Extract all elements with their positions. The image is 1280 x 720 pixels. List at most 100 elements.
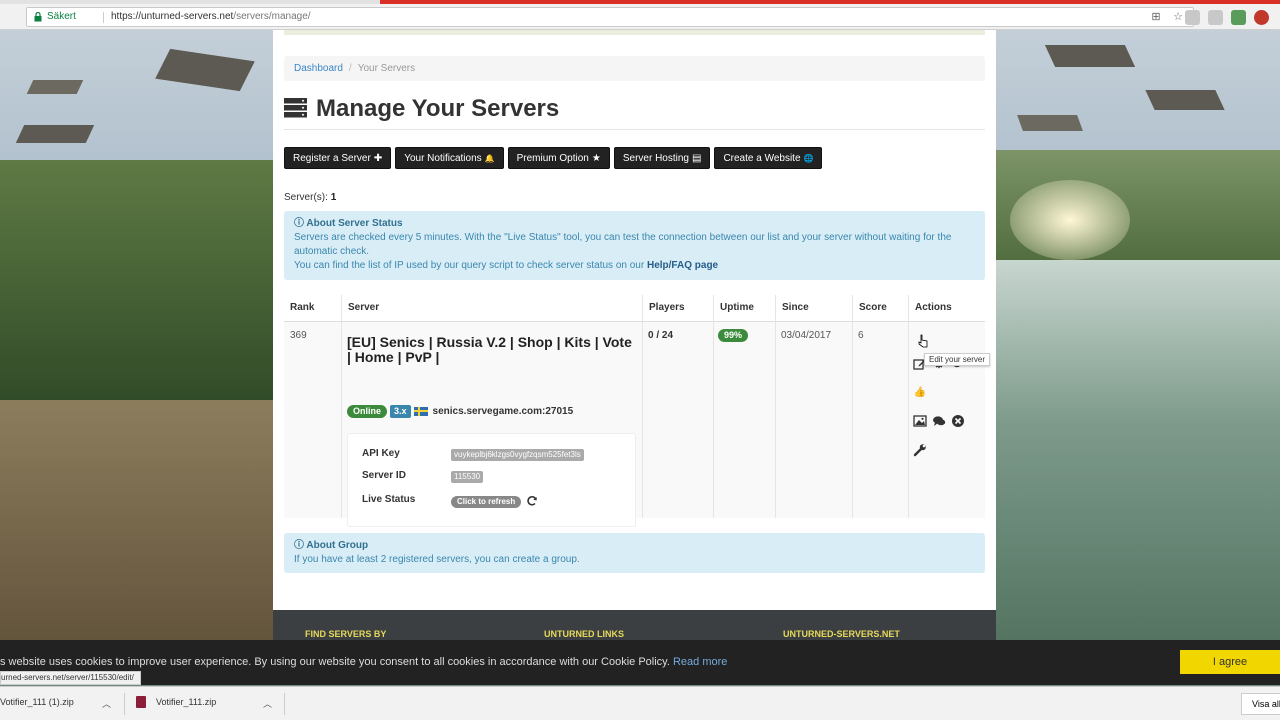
breadcrumb-divider: / — [348, 63, 352, 74]
column-divider — [341, 295, 342, 518]
register-server-label: Register a Server — [293, 153, 371, 164]
show-all-button[interactable]: Visa all — [1241, 693, 1280, 715]
col-score: Score — [852, 295, 908, 321]
col-uptime: Uptime — [713, 295, 775, 321]
mouse-cursor-icon — [918, 334, 928, 348]
extension-icons — [1185, 10, 1269, 25]
help-faq-link[interactable]: Help/FAQ page — [647, 260, 718, 271]
floating-block — [155, 48, 255, 92]
notifications-label: Your Notifications — [404, 153, 482, 164]
page-container: Dashboard / Your Servers Manage Your Serve… — [273, 30, 996, 610]
uptime-badge: 99% — [718, 329, 749, 342]
api-key-value[interactable]: vuykeplbj6klzgs0vygfzqsm525fet3ls — [451, 449, 584, 461]
col-players: Players — [642, 295, 713, 321]
group-info-text: If you have at least 2 registered server… — [294, 554, 580, 565]
column-divider — [642, 295, 643, 518]
download-item[interactable]: Votifier_111 (1).zip — [0, 697, 74, 707]
cookie-banner: s website uses cookies to improve user e… — [0, 640, 1280, 685]
server-hosting-label: Server Hosting — [622, 153, 689, 164]
site-footer: FIND SERVERS BY UNTURNED LINKS UNTURNED-… — [273, 610, 996, 640]
refresh-button[interactable]: Click to refresh — [451, 496, 522, 508]
breadcrumb-dashboard[interactable]: Dashboard — [294, 63, 343, 74]
url-field[interactable]: Säkert https://unturned-servers.net/serv… — [26, 7, 1194, 27]
col-server: Server — [341, 295, 642, 321]
live-status-label: Live Status — [362, 494, 416, 505]
chevron-up-icon[interactable]: ︿ — [263, 697, 272, 710]
read-more-link[interactable]: Read more — [673, 656, 727, 668]
server-status-line: Online 3.x senics.servegame.com:27015 — [347, 405, 573, 418]
server-hosting-button[interactable]: Server Hosting ▤ — [613, 147, 711, 169]
bookmark-star-icon[interactable]: ☆ — [1171, 10, 1185, 24]
floating-block — [1044, 45, 1136, 67]
uptime-cell: 99% — [718, 329, 749, 342]
star-icon: ★ — [591, 153, 601, 164]
thumbs-up-icon[interactable]: 👍 — [913, 386, 927, 400]
register-server-button[interactable]: Register a Server ✚ — [284, 147, 392, 169]
image-icon[interactable] — [913, 414, 927, 428]
status-bar-url: urned-servers.net/server/115530/edit/ — [0, 671, 141, 685]
rank-value: 369 — [290, 330, 307, 341]
create-website-label: Create a Website — [723, 153, 801, 164]
archive-file-icon — [136, 696, 146, 708]
comments-icon[interactable] — [932, 414, 946, 428]
translate-icon[interactable]: ⊞ — [1149, 10, 1163, 24]
group-info-title: About Group — [306, 540, 369, 551]
extension-icon[interactable] — [1185, 10, 1200, 25]
bell-icon: 🔔 — [484, 154, 495, 163]
page-header: Manage Your Servers — [284, 95, 985, 130]
refresh-icon[interactable] — [526, 495, 538, 507]
score-value: 6 — [858, 330, 864, 341]
column-divider — [908, 295, 909, 518]
premium-option-button[interactable]: Premium Option ★ — [507, 147, 610, 169]
edit-tooltip: Edit your server — [924, 353, 991, 366]
download-separator — [284, 693, 285, 715]
breadcrumb: Dashboard / Your Servers — [284, 56, 985, 81]
extension-icon[interactable] — [1254, 10, 1269, 25]
url-path: /servers/manage/ — [233, 11, 311, 22]
footer-site-name: UNTURNED-SERVERS.NET — [783, 629, 900, 639]
cookie-message: s website uses cookies to improve user e… — [0, 656, 727, 668]
extension-icon[interactable] — [1208, 10, 1223, 25]
create-website-button[interactable]: Create a Website 🌐 — [714, 147, 823, 169]
players-value: 0 / 24 — [648, 330, 674, 341]
notifications-button[interactable]: Your Notifications 🔔 — [395, 147, 504, 169]
wrench-icon[interactable] — [913, 443, 927, 457]
beach-left — [0, 400, 273, 670]
breadcrumb-current: Your Servers — [357, 63, 416, 74]
agree-button[interactable]: I agree — [1180, 650, 1280, 674]
server-stack-icon — [284, 98, 307, 118]
cookie-text: s website uses cookies to improve user e… — [0, 656, 670, 668]
lock-icon — [34, 12, 42, 22]
since-value: 03/04/2017 — [781, 330, 832, 341]
footer-unturned-links: UNTURNED LINKS — [544, 629, 624, 639]
server-status-title: About Server Status — [306, 218, 403, 229]
server-icon: ▤ — [691, 153, 702, 164]
lake-right — [996, 260, 1280, 670]
floating-block — [15, 125, 95, 143]
server-id-value: 115530 — [451, 471, 484, 483]
column-divider — [775, 295, 776, 518]
secure-label: Säkert — [47, 11, 76, 22]
download-item[interactable]: Votifier_111.zip — [156, 697, 216, 707]
downloads-bar: Votifier_111 (1).zip ︿ Votifier_111.zip … — [0, 686, 1280, 720]
server-count-label: Server(s): — [284, 192, 328, 203]
action-toolbar: Register a Server ✚ Your Notifications 🔔 P… — [284, 147, 823, 169]
server-name[interactable]: [EU] Senics | Russia V.2 | Shop | Kits |… — [347, 335, 632, 365]
col-actions: Actions — [908, 295, 985, 321]
chevron-up-icon[interactable]: ︿ — [102, 697, 111, 710]
delete-icon[interactable] — [951, 414, 965, 428]
server-id-label: Server ID — [362, 470, 406, 481]
download-separator — [124, 693, 125, 715]
sun-glow — [1010, 180, 1130, 260]
group-info: ⓘ About Group If you have at least 2 reg… — [284, 533, 985, 573]
online-badge: Online — [347, 405, 388, 418]
column-divider — [852, 295, 853, 518]
footer-find-servers: FIND SERVERS BY — [305, 629, 387, 639]
server-count-value: 1 — [330, 192, 337, 203]
url-text: https://unturned-servers.net/servers/man… — [111, 8, 311, 26]
floating-block — [1145, 90, 1225, 110]
address-bar: Säkert https://unturned-servers.net/serv… — [0, 4, 1280, 30]
extension-icon[interactable] — [1231, 10, 1246, 25]
server-count: Server(s): 1 — [284, 192, 336, 203]
globe-icon: 🌐 — [803, 154, 814, 163]
